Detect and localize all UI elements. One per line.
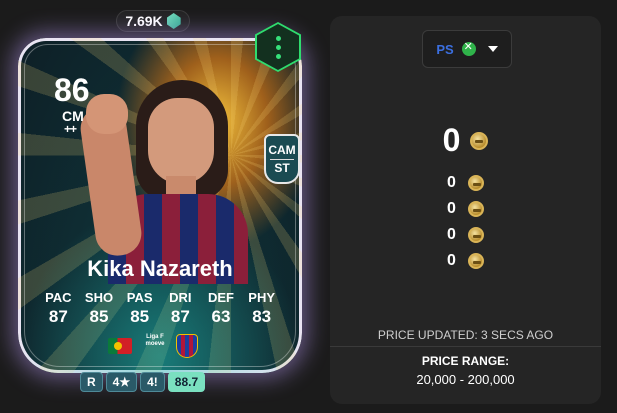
- stat-phy: PHY 83: [248, 290, 276, 326]
- weak-foot-badge: 4!: [140, 372, 165, 392]
- price-row: 0: [330, 222, 601, 248]
- skill-moves-badge: 4★: [105, 372, 138, 392]
- coin-icon: [467, 253, 484, 269]
- stat-dri: DRI 87: [169, 290, 192, 326]
- attribute-badges: R 4★ 4! 88.7: [80, 372, 206, 392]
- divider: [330, 346, 601, 347]
- nation-flag-icon: [108, 338, 132, 354]
- price-row: 0: [330, 196, 601, 222]
- alt-positions-badge: CAM ST: [264, 134, 300, 184]
- price-range-label: PRICE RANGE:: [421, 354, 510, 368]
- stat-pac: PAC 87: [45, 290, 72, 326]
- gem-icon: [166, 13, 181, 29]
- price-row: 0: [330, 170, 601, 196]
- playstation-icon: PS: [436, 41, 454, 57]
- coin-icon: [467, 175, 484, 191]
- price-row: 0: [330, 248, 601, 274]
- xbox-icon: [461, 40, 476, 56]
- overall-score-badge: 88.7: [167, 372, 206, 392]
- stat-def: DEF 63: [207, 290, 234, 326]
- stat-pas: PAS 85: [126, 290, 153, 326]
- coin-icon: [467, 201, 484, 217]
- stat-sho: SHO 85: [84, 290, 114, 326]
- main-price: 0: [330, 122, 601, 159]
- alt-position-1: CAM: [268, 142, 296, 157]
- league-logo-icon: Liga Fmoeve: [145, 334, 165, 347]
- player-image: [77, 76, 248, 284]
- club-crest-icon: [176, 334, 198, 358]
- chevron-down-icon: [487, 46, 498, 52]
- platform-select[interactable]: PS: [422, 30, 512, 68]
- price-updated-text: PRICE UPDATED: 3 SECS AGO: [377, 328, 554, 342]
- price-panel: PS 0 0 0 0 0 PRICE UPDATED: 3 SECS AGO P…: [330, 16, 601, 404]
- price-range-value: 20,000 - 200,000: [416, 372, 515, 387]
- coin-icon: [470, 131, 489, 150]
- card-price-badge: 7.69K: [116, 10, 190, 32]
- coin-icon: [467, 227, 484, 243]
- player-card[interactable]: 86 CM ++ CAM ST Kika Nazareth PAC 87 SHO 8…: [18, 38, 302, 373]
- card-price-value: 7.69K: [125, 13, 163, 29]
- card-position-plus: ++: [64, 122, 77, 136]
- stats-grid: PAC 87 SHO 85 PAS 85 DRI 87 DEF 63 PHY 83: [38, 290, 282, 327]
- card-rating: 86: [54, 72, 90, 108]
- price-list: 0 0 0 0: [330, 170, 601, 274]
- preferred-foot-badge: R: [80, 372, 103, 392]
- player-name: Kika Nazareth: [87, 256, 233, 281]
- alt-position-2: ST: [274, 160, 290, 175]
